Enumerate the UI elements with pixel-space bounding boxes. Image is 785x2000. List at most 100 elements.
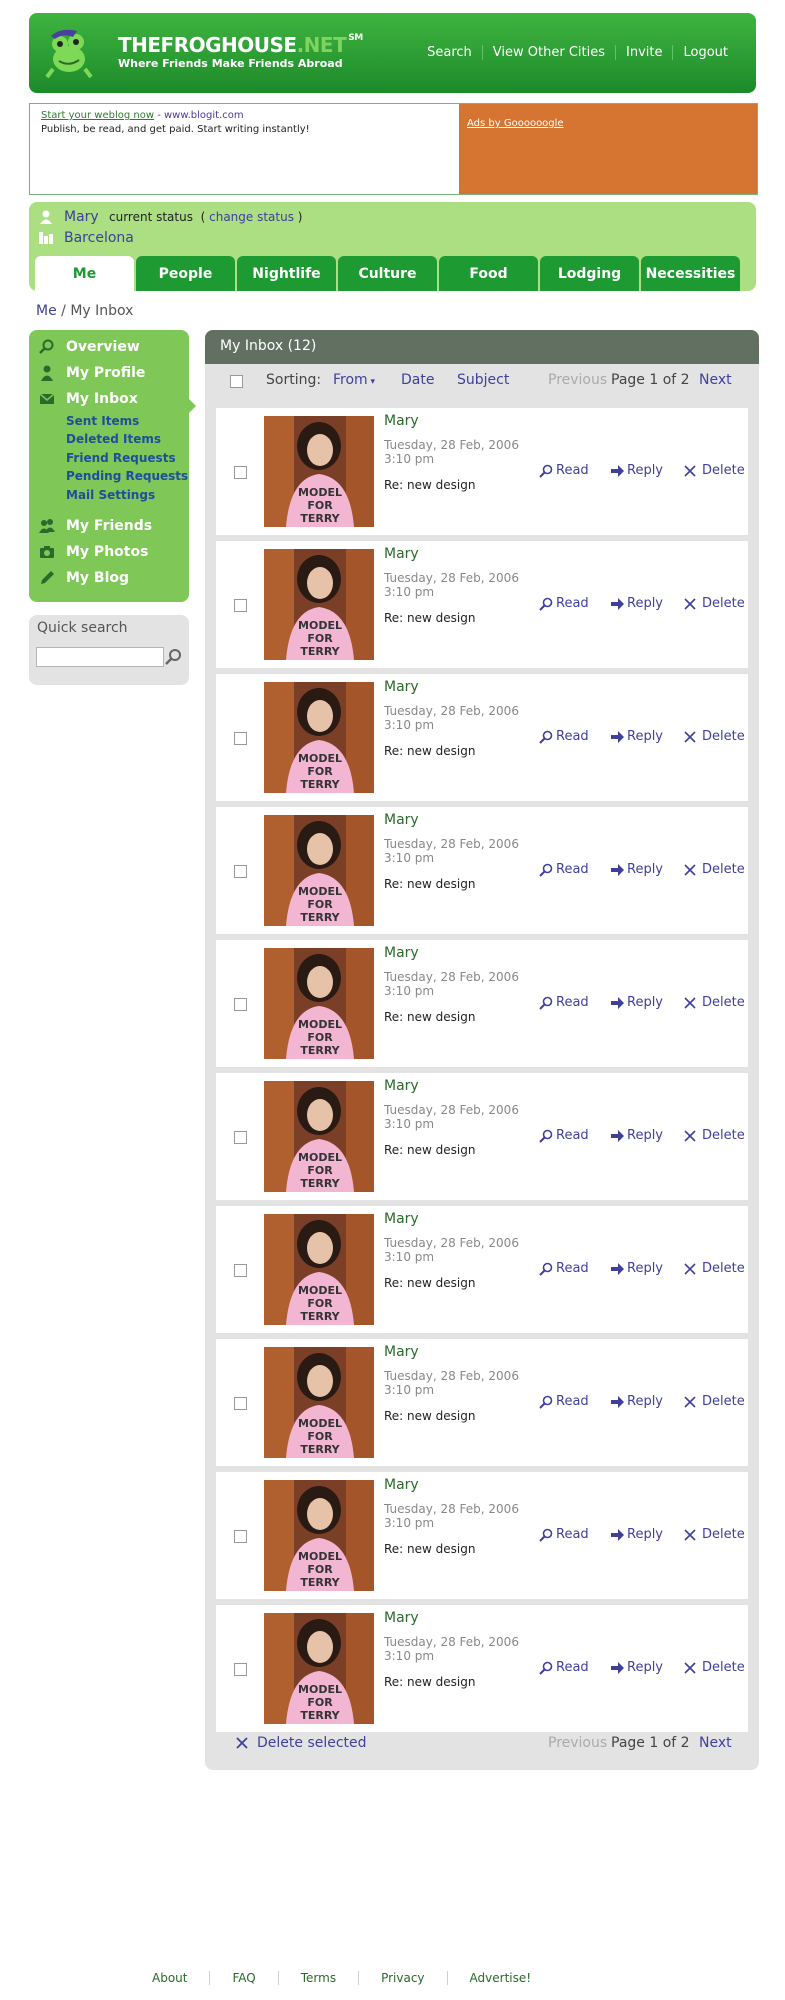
message-sender[interactable]: Mary	[384, 945, 419, 961]
message-row[interactable]: MODEL FOR TERRY Mary Tuesday, 28 Feb, 20…	[216, 1472, 748, 1599]
footer-privacy[interactable]: Privacy	[358, 1971, 446, 1985]
reply-button[interactable]: Reply	[610, 1660, 663, 1675]
message-row[interactable]: MODEL FOR TERRY Mary Tuesday, 28 Feb, 20…	[216, 1206, 748, 1333]
message-row[interactable]: MODEL FOR TERRY Mary Tuesday, 28 Feb, 20…	[216, 408, 748, 535]
reply-button[interactable]: Reply	[610, 862, 663, 877]
site-name[interactable]: THEFROGHOUSE.NET SM	[118, 33, 363, 57]
delete-selected-button[interactable]: Delete selected	[235, 1735, 367, 1751]
delete-button[interactable]: Delete	[684, 862, 745, 877]
delete-button[interactable]: Delete	[684, 995, 745, 1010]
delete-button[interactable]: Delete	[684, 1660, 745, 1675]
reply-button[interactable]: Reply	[610, 1527, 663, 1542]
message-sender[interactable]: Mary	[384, 812, 419, 828]
sender-photo[interactable]: MODEL FOR TERRY	[264, 1214, 374, 1325]
nav-invite[interactable]: Invite	[615, 45, 672, 60]
breadcrumb-me[interactable]: Me	[36, 303, 57, 319]
tab-nightlife[interactable]: Nightlife	[237, 256, 336, 291]
read-button[interactable]: Read	[539, 1261, 589, 1276]
sender-photo[interactable]: MODEL FOR TERRY	[264, 1480, 374, 1591]
sidebar-item-overview[interactable]: Overview	[38, 337, 140, 357]
read-button[interactable]: Read	[539, 463, 589, 478]
tab-food[interactable]: Food	[439, 256, 538, 291]
frog-logo-icon[interactable]	[43, 27, 95, 79]
reply-button[interactable]: Reply	[610, 1128, 663, 1143]
sender-photo[interactable]: MODEL FOR TERRY	[264, 549, 374, 660]
city-name[interactable]: Barcelona	[64, 230, 134, 246]
search-icon[interactable]	[163, 647, 183, 667]
select-all-checkbox[interactable]	[230, 375, 243, 388]
sender-photo[interactable]: MODEL FOR TERRY	[264, 815, 374, 926]
message-checkbox[interactable]	[234, 1264, 247, 1277]
pagination-previous-bottom[interactable]: Previous	[548, 1735, 607, 1751]
footer-faq[interactable]: FAQ	[209, 1971, 277, 1985]
tab-necessities[interactable]: Necessities	[641, 256, 740, 291]
sidebar-item-my-inbox[interactable]: My Inbox	[38, 389, 138, 409]
delete-button[interactable]: Delete	[684, 1128, 745, 1143]
sort-subject[interactable]: Subject	[457, 372, 509, 388]
tab-me[interactable]: Me	[35, 256, 134, 291]
message-sender[interactable]: Mary	[384, 1610, 419, 1626]
user-name[interactable]: Mary	[64, 209, 99, 225]
message-checkbox[interactable]	[234, 1397, 247, 1410]
message-sender[interactable]: Mary	[384, 413, 419, 429]
delete-button[interactable]: Delete	[684, 1527, 745, 1542]
footer-terms[interactable]: Terms	[277, 1971, 358, 1985]
message-checkbox[interactable]	[234, 865, 247, 878]
quick-search-input[interactable]	[36, 647, 164, 667]
message-row[interactable]: MODEL FOR TERRY Mary Tuesday, 28 Feb, 20…	[216, 807, 748, 934]
footer-advertise[interactable]: Advertise!	[446, 1971, 554, 1985]
sender-photo[interactable]: MODEL FOR TERRY	[264, 948, 374, 1059]
footer-about[interactable]: About	[130, 1971, 209, 1985]
sidebar-item-my-blog[interactable]: My Blog	[38, 568, 129, 588]
message-sender[interactable]: Mary	[384, 546, 419, 562]
reply-button[interactable]: Reply	[610, 1261, 663, 1276]
reply-button[interactable]: Reply	[610, 1394, 663, 1409]
delete-button[interactable]: Delete	[684, 596, 745, 611]
message-checkbox[interactable]	[234, 466, 247, 479]
ad-url[interactable]: - www.blogit.com	[157, 110, 243, 121]
nav-view-other-cities[interactable]: View Other Cities	[481, 45, 615, 60]
tab-lodging[interactable]: Lodging	[540, 256, 639, 291]
tab-culture[interactable]: Culture	[338, 256, 437, 291]
read-button[interactable]: Read	[539, 862, 589, 877]
sidebar-item-my-photos[interactable]: My Photos	[38, 542, 148, 562]
message-checkbox[interactable]	[234, 599, 247, 612]
nav-logout[interactable]: Logout	[672, 45, 738, 60]
read-button[interactable]: Read	[539, 1660, 589, 1675]
message-checkbox[interactable]	[234, 998, 247, 1011]
sort-from[interactable]: From ▾	[333, 372, 375, 388]
sidebar-sub-friend-requests[interactable]: Friend Requests	[66, 451, 176, 465]
reply-button[interactable]: Reply	[610, 463, 663, 478]
sidebar-sub-sent-items[interactable]: Sent Items	[66, 414, 139, 428]
sidebar-item-my-friends[interactable]: My Friends	[38, 516, 152, 536]
read-button[interactable]: Read	[539, 1394, 589, 1409]
ad-link[interactable]: Start your weblog now	[41, 110, 154, 121]
message-checkbox[interactable]	[234, 1663, 247, 1676]
read-button[interactable]: Read	[539, 596, 589, 611]
message-checkbox[interactable]	[234, 1530, 247, 1543]
message-sender[interactable]: Mary	[384, 679, 419, 695]
message-row[interactable]: MODEL FOR TERRY Mary Tuesday, 28 Feb, 20…	[216, 1605, 748, 1732]
sender-photo[interactable]: MODEL FOR TERRY	[264, 1347, 374, 1458]
message-row[interactable]: MODEL FOR TERRY Mary Tuesday, 28 Feb, 20…	[216, 541, 748, 668]
read-button[interactable]: Read	[539, 1128, 589, 1143]
read-button[interactable]: Read	[539, 1527, 589, 1542]
message-checkbox[interactable]	[234, 732, 247, 745]
sidebar-sub-pending-requests[interactable]: Pending Requests	[66, 469, 188, 483]
sender-photo[interactable]: MODEL FOR TERRY	[264, 416, 374, 527]
message-row[interactable]: MODEL FOR TERRY Mary Tuesday, 28 Feb, 20…	[216, 940, 748, 1067]
message-row[interactable]: MODEL FOR TERRY Mary Tuesday, 28 Feb, 20…	[216, 1073, 748, 1200]
message-checkbox[interactable]	[234, 1131, 247, 1144]
sender-photo[interactable]: MODEL FOR TERRY	[264, 1081, 374, 1192]
tab-people[interactable]: People	[136, 256, 235, 291]
delete-button[interactable]: Delete	[684, 729, 745, 744]
message-sender[interactable]: Mary	[384, 1078, 419, 1094]
pagination-next[interactable]: Next	[699, 372, 732, 388]
nav-search[interactable]: Search	[417, 45, 482, 60]
delete-button[interactable]: Delete	[684, 463, 745, 478]
sidebar-sub-deleted-items[interactable]: Deleted Items	[66, 432, 161, 446]
message-sender[interactable]: Mary	[384, 1211, 419, 1227]
change-status-link[interactable]: change status	[209, 210, 294, 224]
delete-button[interactable]: Delete	[684, 1261, 745, 1276]
sidebar-item-my-profile[interactable]: My Profile	[38, 363, 145, 383]
